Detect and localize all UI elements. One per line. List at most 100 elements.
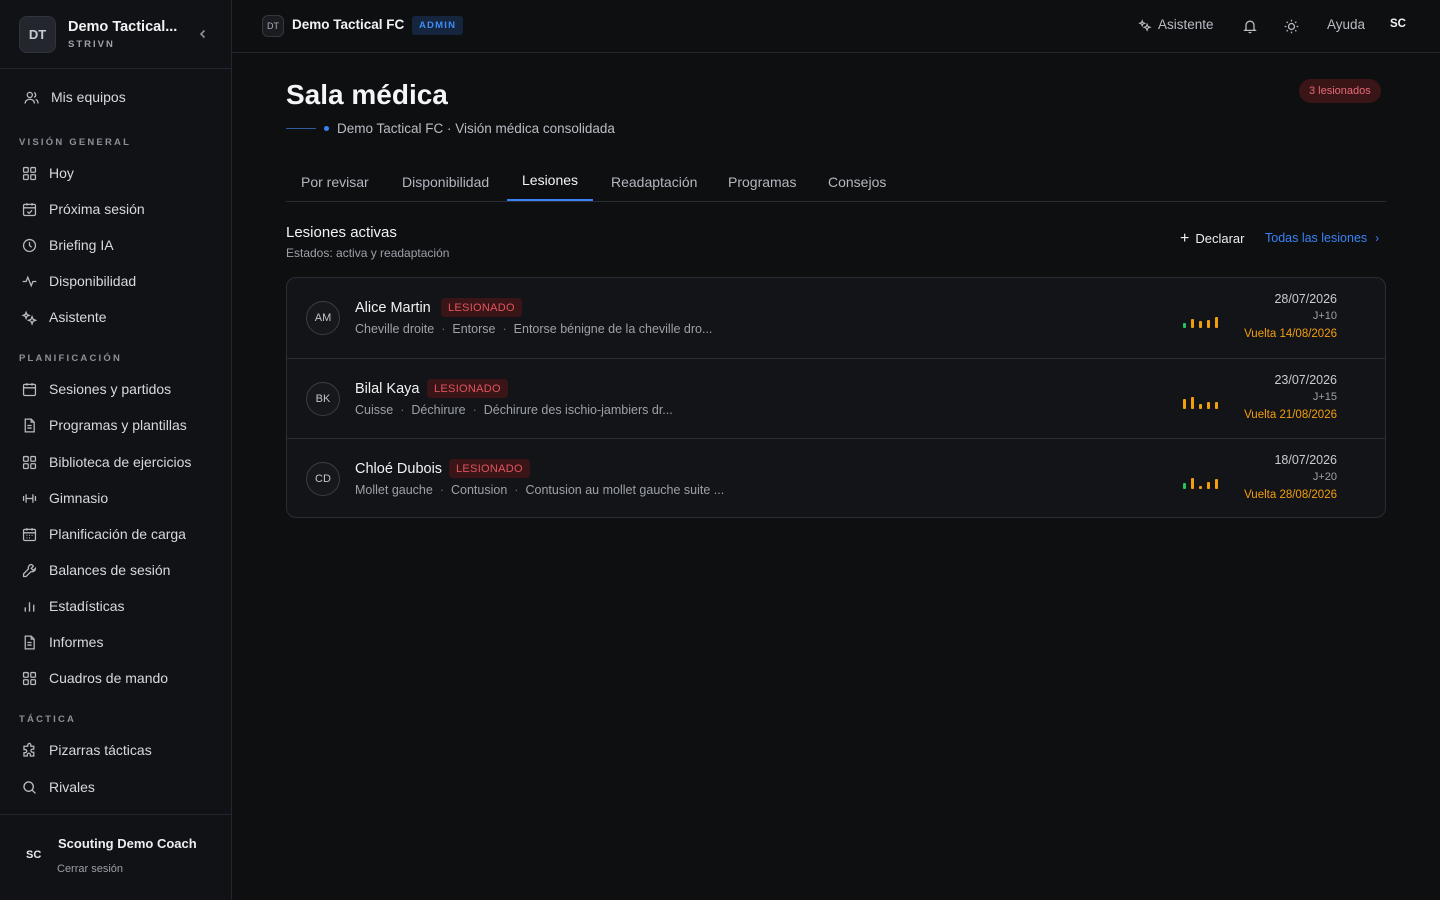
- sidebar-item-label: Biblioteca de ejercicios: [49, 454, 192, 470]
- trend-bar: [1199, 486, 1202, 489]
- collapse-sidebar-icon[interactable]: [194, 25, 212, 43]
- sidebar-item-rivals[interactable]: Rivales: [19, 775, 95, 799]
- injury-details: Mollet gauche · Contusion · Contusion au mol…: [355, 483, 724, 497]
- sidebar-item-label: Informes: [49, 634, 104, 650]
- sparkles-icon: [19, 307, 39, 327]
- sidebar-item-programs[interactable]: Programas y plantillas: [19, 413, 187, 437]
- role-badge: ADMIN: [412, 16, 464, 35]
- separator: ·: [439, 483, 444, 497]
- status-badge: LESIONADO: [449, 459, 530, 478]
- sidebar-item-reports[interactable]: Informes: [19, 630, 103, 654]
- team-avatar: DT: [262, 15, 284, 37]
- sidebar-item-load[interactable]: Planificación de carga: [19, 522, 186, 546]
- sidebar-item-label: Mis equipos: [51, 89, 126, 105]
- activity-icon: [19, 271, 39, 291]
- tab-lesiones[interactable]: Lesiones: [507, 162, 594, 201]
- player-name: Bilal Kaya: [355, 381, 420, 397]
- user-name: Scouting Demo Coach: [58, 836, 197, 851]
- help-link[interactable]: Ayuda: [1327, 17, 1365, 32]
- sidebar-item-label: Pizarras tácticas: [49, 742, 152, 758]
- separator: ·: [502, 322, 507, 336]
- tab-disponibilidad[interactable]: Disponibilidad: [387, 162, 504, 202]
- sidebar-item-boards[interactable]: Pizarras tácticas: [19, 738, 152, 762]
- trend-bar: [1207, 482, 1210, 489]
- clock-icon: [19, 235, 39, 255]
- sidebar-item-today[interactable]: Hoy: [19, 161, 74, 185]
- injury-day-count: J+15: [1312, 391, 1337, 403]
- tab-por-revisar[interactable]: Por revisar: [286, 162, 384, 202]
- injury-location: Mollet gauche: [355, 483, 433, 497]
- injury-details: Cheville droite · Entorse · Entorse bénigne …: [355, 322, 712, 336]
- user-menu[interactable]: SC Scouting Demo Coach Cerrar sesión: [0, 814, 231, 900]
- trend-bars: [1183, 477, 1221, 489]
- trend-bar: [1207, 402, 1210, 409]
- team-org: STRIVN: [68, 38, 115, 50]
- injury-location: Cuisse: [355, 403, 394, 417]
- injury-type: Entorse: [452, 322, 496, 336]
- puzzle-icon: [19, 740, 39, 760]
- trend-bar: [1199, 404, 1202, 409]
- section-label-planning: PLANIFICACIÓN: [19, 353, 123, 364]
- sidebar: DT Demo Tactical... STRIVN Mis equipos V…: [0, 0, 232, 900]
- sidebar-item-label: Próxima sesión: [49, 201, 145, 217]
- sidebar-item-briefing[interactable]: Briefing IA: [19, 233, 114, 257]
- list-item[interactable]: AM Alice Martin LESIONADO Cheville droit…: [287, 278, 1385, 358]
- injury-date: 28/07/2026: [1274, 292, 1337, 306]
- grid-icon: [19, 668, 39, 688]
- tab-consejos[interactable]: Consejos: [813, 162, 901, 202]
- section-subtitle: Estados: activa y readaptación: [286, 246, 450, 260]
- injury-date: 23/07/2026: [1274, 373, 1337, 387]
- declare-button[interactable]: + Declarar: [1180, 229, 1245, 247]
- page-title: Sala médica: [286, 79, 448, 110]
- sidebar-item-dashboards[interactable]: Cuadros de mando: [19, 666, 168, 690]
- team-avatar: DT: [19, 15, 56, 53]
- tab-programas[interactable]: Programas: [713, 162, 811, 202]
- sidebar-item-gym[interactable]: Gimnasio: [19, 486, 108, 510]
- sidebar-item-label: Disponibilidad: [49, 273, 137, 289]
- trend-bar: [1191, 319, 1194, 328]
- calendar-grid-icon: [19, 524, 39, 544]
- injury-date: 18/07/2026: [1274, 453, 1337, 467]
- trend-bars: [1183, 397, 1221, 409]
- sidebar-item-sessions[interactable]: Sesiones y partidos: [19, 377, 171, 401]
- team-switcher[interactable]: DT Demo Tactical... STRIVN: [0, 0, 231, 69]
- topbar: DT Demo Tactical FC ADMIN Asistente Ayud…: [232, 0, 1440, 53]
- plus-icon: +: [1180, 229, 1190, 247]
- theme-toggle-sun-icon[interactable]: [1282, 17, 1300, 35]
- calendar-check-icon: [19, 199, 39, 219]
- avatar[interactable]: SC: [1390, 18, 1406, 30]
- injury-location: Cheville droite: [355, 322, 435, 336]
- section-title: Lesiones activas: [286, 224, 397, 241]
- separator: ·: [400, 403, 405, 417]
- sidebar-item-stats[interactable]: Estadísticas: [19, 594, 124, 618]
- logout-link[interactable]: Cerrar sesión: [57, 863, 123, 875]
- team-name: Demo Tactical FC: [292, 17, 405, 32]
- list-item[interactable]: BK Bilal Kaya LESIONADO Cuisse · Déchirure…: [287, 358, 1385, 438]
- avatar: BK: [306, 382, 340, 416]
- trend-bar: [1215, 317, 1218, 328]
- all-injuries-link[interactable]: Todas las lesiones ›: [1265, 231, 1379, 245]
- all-injuries-label: Todas las lesiones: [1265, 231, 1368, 245]
- bell-icon[interactable]: [1241, 17, 1259, 35]
- declare-label: Declarar: [1195, 231, 1245, 246]
- sidebar-item-availability[interactable]: Disponibilidad: [19, 269, 136, 293]
- injury-day-count: J+10: [1312, 310, 1337, 322]
- sidebar-item-label: Hoy: [49, 165, 74, 181]
- sidebar-item-my-teams[interactable]: Mis equipos: [21, 85, 126, 109]
- list-item[interactable]: CD Chloé Dubois LESIONADO Mollet gauche ·…: [287, 438, 1385, 517]
- injured-count-badge: 3 lesionados: [1299, 79, 1381, 103]
- trend-bar: [1215, 402, 1218, 409]
- sidebar-item-assistant[interactable]: Asistente: [19, 305, 107, 329]
- tab-readaptacion[interactable]: Readaptación: [596, 162, 712, 202]
- assistant-button[interactable]: Asistente: [1138, 17, 1214, 32]
- tab-bar: Por revisar Disponibilidad Lesiones Read…: [286, 162, 1386, 202]
- status-badge: LESIONADO: [441, 298, 522, 317]
- trend-bar: [1199, 321, 1202, 328]
- wrench-icon: [19, 560, 39, 580]
- sidebar-item-balances[interactable]: Balances de sesión: [19, 558, 170, 582]
- sidebar-item-library[interactable]: Biblioteca de ejercicios: [19, 450, 191, 474]
- subtitle-dot: [324, 126, 329, 131]
- injury-day-count: J+20: [1312, 471, 1337, 483]
- sidebar-item-next-session[interactable]: Próxima sesión: [19, 197, 145, 221]
- injury-description: Déchirure des ischio-jambiers dr...: [483, 403, 673, 417]
